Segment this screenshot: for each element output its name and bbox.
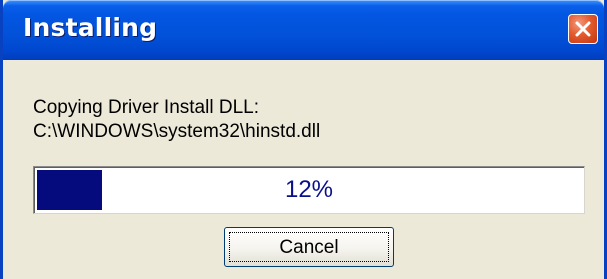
cancel-button[interactable]: Cancel — [224, 227, 394, 267]
status-line-filepath: C:\WINDOWS\system32\hinstd.dll — [33, 121, 321, 142]
progress-bar: 12% — [33, 166, 585, 214]
window-title: Installing — [23, 13, 158, 42]
close-icon — [575, 21, 591, 37]
installing-dialog: Installing Copying Driver Install DLL: C… — [0, 0, 607, 279]
progress-percent-label: 12% — [284, 176, 334, 203]
close-button[interactable] — [568, 14, 598, 44]
cancel-button-label: Cancel — [229, 232, 389, 262]
title-bar[interactable]: Installing — [3, 0, 604, 60]
status-line-action: Copying Driver Install DLL: — [33, 97, 259, 118]
status-message: Copying Driver Install DLL: C:\WINDOWS\s… — [33, 96, 320, 144]
